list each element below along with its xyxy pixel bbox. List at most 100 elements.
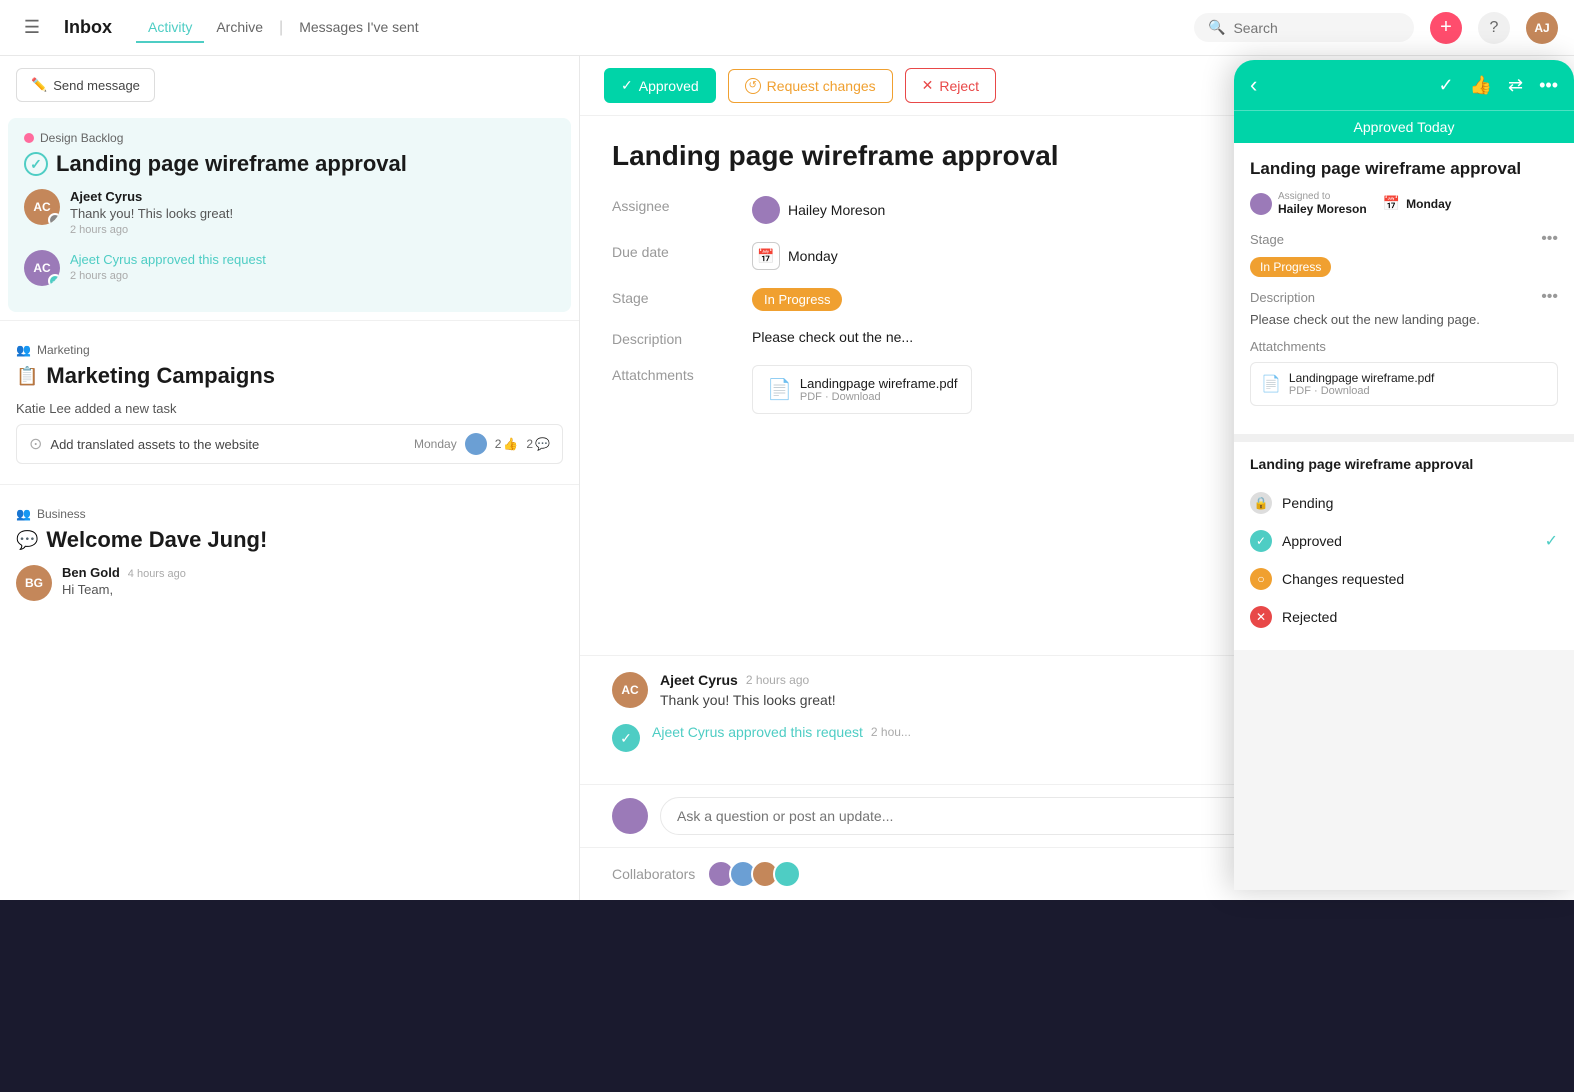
divider-1	[0, 320, 579, 321]
inbox-group-business: 👥 Business 💬 Welcome Dave Jung! BG Ben G…	[0, 493, 579, 627]
avatar-ajeet-2: AC ✓	[24, 250, 60, 286]
assignee-value: Hailey Moreson	[752, 196, 885, 224]
reject-button[interactable]: ✕ Reject	[905, 68, 996, 103]
mobile-card: ‹ ✓ 👍 ⇄ ••• Approved Today Landing page …	[1234, 60, 1574, 890]
message-entry-2: AC ✓ Ajeet Cyrus approved this request 2…	[24, 250, 555, 286]
mobile-main-content: Landing page wireframe approval Assigned…	[1234, 143, 1574, 434]
left-panel: ✏️ Send message Design Backlog ✓ Landing…	[0, 56, 580, 900]
mobile-pdf-icon: 📄	[1261, 374, 1281, 394]
message-entry-ben: BG Ben Gold 4 hours ago Hi Team,	[16, 565, 563, 601]
collaborator-avatars	[707, 860, 795, 888]
mobile-desc-row: Description •••	[1250, 288, 1558, 306]
mobile-approval-changes[interactable]: ○ Changes requested	[1250, 560, 1558, 598]
search-bar: 🔍	[1194, 13, 1414, 42]
app-header: ☰ Inbox Activity Archive | Messages I've…	[0, 0, 1574, 56]
help-button[interactable]: ?	[1478, 12, 1510, 44]
design-tag-dot	[24, 133, 34, 143]
avatar-badge	[48, 213, 60, 225]
request-changes-icon: ↺	[745, 78, 761, 94]
mobile-stage-label: Stage	[1250, 232, 1284, 247]
edit-icon: ✏️	[31, 77, 47, 93]
task-assignee-avatar	[465, 433, 487, 455]
group-title-marketing: 📋 Marketing Campaigns	[16, 363, 563, 389]
thumbs-up-icon: 👍	[503, 437, 518, 451]
check-circle-icon: ✓	[24, 152, 48, 176]
mobile-meta-row: Assigned to Hailey Moreson 📅 Monday	[1250, 191, 1558, 216]
approved-comment-icon: ✓	[612, 724, 640, 752]
mobile-approval-pending[interactable]: 🔒 Pending	[1250, 484, 1558, 522]
approved-icon: ✓	[1250, 530, 1272, 552]
task-check-icon: ⊙	[29, 434, 42, 454]
tab-archive[interactable]: Archive	[204, 13, 275, 43]
message-content-1: Ajeet Cyrus Thank you! This looks great!…	[70, 189, 555, 236]
add-button[interactable]: +	[1430, 12, 1462, 44]
group-icon-business: 👥	[16, 507, 31, 521]
inbox-group-design: Design Backlog ✓ Landing page wireframe …	[8, 118, 571, 312]
tab-activity[interactable]: Activity	[136, 13, 204, 43]
mobile-assignee-avatar	[1250, 193, 1272, 215]
comment-user-avatar	[612, 798, 648, 834]
user-avatar[interactable]: AJ	[1526, 12, 1558, 44]
reject-icon: ✕	[922, 77, 934, 94]
message-content-2: Ajeet Cyrus approved this request 2 hour…	[70, 250, 555, 282]
mobile-thumbs-icon[interactable]: 👍	[1470, 75, 1492, 96]
description-value: Please check out the ne...	[752, 329, 913, 345]
mobile-check-icon: ✓	[1438, 75, 1453, 96]
search-input[interactable]	[1233, 20, 1393, 36]
mobile-approval-section: Landing page wireframe approval 🔒 Pendin…	[1234, 442, 1574, 650]
mobile-separator	[1234, 434, 1574, 442]
mobile-approval-rejected[interactable]: ✕ Rejected	[1250, 598, 1558, 636]
due-date-value: 📅 Monday	[752, 242, 838, 270]
menu-button[interactable]: ☰	[16, 12, 48, 44]
mobile-stage-row: Stage •••	[1250, 230, 1558, 248]
mobile-back-button[interactable]: ‹	[1250, 72, 1257, 98]
group-tag-marketing: 👥 Marketing	[16, 343, 90, 357]
approved-today-banner: Approved Today	[1234, 110, 1574, 143]
group-title-design: ✓ Landing page wireframe approval	[24, 151, 555, 177]
mobile-task-title: Landing page wireframe approval	[1250, 159, 1558, 179]
mobile-more-icon[interactable]: •••	[1539, 75, 1558, 96]
assignee-avatar	[752, 196, 780, 224]
approved-badge-icon: ✓	[48, 274, 60, 286]
stage-value: In Progress	[752, 288, 842, 311]
avatar-ben: BG	[16, 565, 52, 601]
attachment-card[interactable]: 📄 Landingpage wireframe.pdf PDF · Downlo…	[752, 365, 972, 414]
pending-icon: 🔒	[1250, 492, 1272, 514]
mobile-approval-approved[interactable]: ✓ Approved ✓	[1250, 522, 1558, 560]
request-changes-button[interactable]: ↺ Request changes	[728, 69, 893, 103]
mobile-desc-more-icon[interactable]: •••	[1541, 288, 1558, 306]
mobile-stage-more-icon[interactable]: •••	[1541, 230, 1558, 248]
mobile-attachment-card[interactable]: 📄 Landingpage wireframe.pdf PDF · Downlo…	[1250, 362, 1558, 406]
changes-icon: ○	[1250, 568, 1272, 590]
comment-avatar-ajeet: AC	[612, 672, 648, 708]
mobile-assigned-name: Hailey Moreson	[1278, 202, 1367, 216]
search-icon: 🔍	[1208, 19, 1225, 36]
mobile-approval-title: Landing page wireframe approval	[1250, 456, 1558, 472]
chat-icon: 💬	[16, 530, 38, 551]
mobile-share-icon[interactable]: ⇄	[1508, 75, 1523, 96]
mobile-status-badge: In Progress	[1250, 257, 1331, 277]
rejected-icon: ✕	[1250, 606, 1272, 628]
send-message-button[interactable]: ✏️ Send message	[16, 68, 155, 102]
group-title-business: 💬 Welcome Dave Jung!	[16, 527, 563, 553]
clipboard-icon: 📋	[16, 366, 38, 387]
mobile-calendar-icon: 📅	[1383, 195, 1400, 212]
mobile-attach-label: Attatchments	[1250, 339, 1558, 354]
mobile-desc-label: Description	[1250, 290, 1315, 305]
mobile-due-date: Monday	[1406, 197, 1451, 211]
avatar-ajeet-1: AC	[24, 189, 60, 225]
tab-messages-sent[interactable]: Messages I've sent	[287, 13, 430, 43]
mobile-assigned-label: Assigned to	[1278, 191, 1367, 202]
mobile-desc-text: Please check out the new landing page.	[1250, 312, 1558, 327]
header-tabs: Activity Archive | Messages I've sent	[136, 13, 431, 43]
task-comments: 2 💬	[526, 437, 550, 451]
mobile-header-actions: ✓ 👍 ⇄ •••	[1438, 75, 1558, 96]
group-icon-marketing: 👥	[16, 343, 31, 357]
calendar-icon: 📅	[752, 242, 780, 270]
pdf-icon: 📄	[767, 377, 792, 402]
task-card-marketing[interactable]: ⊙ Add translated assets to the website M…	[16, 424, 563, 464]
group-tag-business: 👥 Business	[16, 507, 86, 521]
approved-check-icon: ✓	[621, 77, 633, 94]
collab-avatar-4	[773, 860, 801, 888]
approved-button[interactable]: ✓ Approved	[604, 68, 716, 103]
